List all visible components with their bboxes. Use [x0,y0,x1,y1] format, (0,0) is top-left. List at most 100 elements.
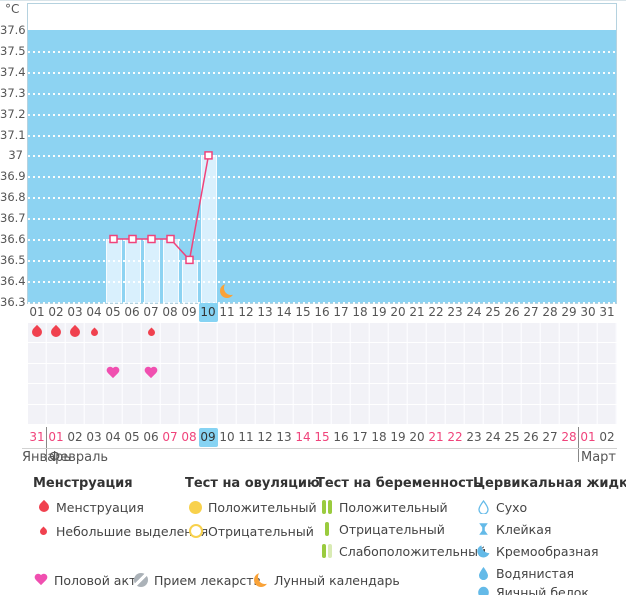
calendar-date[interactable]: 07 [161,428,180,447]
cycle-day-label[interactable]: 21 [408,303,427,322]
month-separator-line [22,448,617,449]
cycle-day-label[interactable]: 12 [237,303,256,322]
cycle-day-label[interactable]: 06 [123,303,142,322]
legend-item-label: Положительный [208,499,317,515]
cycle-day-label[interactable]: 02 [47,303,66,322]
legend-item-label: Клейкая [496,521,552,537]
calendar-date[interactable]: 23 [465,428,484,447]
calendar-date[interactable]: 25 [503,428,522,447]
calendar-date[interactable]: 27 [541,428,560,447]
grid-line [28,113,616,116]
cycle-day-label[interactable]: 04 [85,303,104,322]
intercourse-heart-icon [106,367,120,379]
symbol-row [27,384,617,404]
cycle-day-label[interactable]: 17 [332,303,351,322]
cycle-day-label[interactable]: 13 [256,303,275,322]
drop-blue-icon [479,567,488,580]
cycle-day-label[interactable]: 22 [427,303,446,322]
cycle-day-label[interactable]: 26 [503,303,522,322]
moon-icon [254,573,268,587]
calendar-date[interactable]: 08 [180,428,199,447]
grid-line [28,239,616,241]
cycle-day-label[interactable]: 19 [370,303,389,322]
cycle-day-label[interactable]: 20 [389,303,408,322]
calendar-date[interactable]: 31 [28,428,47,447]
legend-item-label: Сухо [496,499,528,515]
legend-item-label: Отрицательный [208,523,314,539]
y-axis-tick-label: 37.3 [0,85,26,100]
calendar-date[interactable]: 09 [198,428,218,447]
cycle-day-label[interactable]: 18 [351,303,370,322]
grid-line [28,155,616,158]
calendar-date[interactable]: 10 [218,428,237,447]
test-strip-bar-icon [321,500,326,514]
calendar-date[interactable]: 18 [370,428,389,447]
calendar-date[interactable]: 17 [351,428,370,447]
cycle-day-label[interactable]: 27 [522,303,541,322]
y-axis-tick-label: 36.4 [0,273,26,288]
cycle-day-label[interactable]: 29 [560,303,579,322]
cycle-day-label[interactable]: 31 [598,303,617,322]
cycle-day-label[interactable]: 28 [541,303,560,322]
legend-item: Слабоположительный [317,543,486,559]
calendar-date[interactable]: 02 [66,428,85,447]
cycle-day-label[interactable]: 03 [66,303,85,322]
cycle-day-label[interactable]: 09 [180,303,199,322]
calendar-date[interactable]: 24 [484,428,503,447]
grid-line [28,280,616,283]
calendar-date[interactable]: 12 [256,428,275,447]
calendar-date[interactable]: 01 [47,428,66,447]
calendar-date[interactable]: 05 [123,428,142,447]
grid-line [28,218,616,221]
calendar-date[interactable]: 01 [579,428,598,447]
y-axis-tick-label: 36.9 [0,169,26,184]
cycle-day-label[interactable]: 30 [579,303,598,322]
legend-item: Кремообразная [474,543,599,559]
grid-line [28,259,616,262]
cycle-day-label[interactable]: 23 [446,303,465,322]
legend-item: Сухо [474,499,527,515]
calendar-date[interactable]: 28 [560,428,579,447]
widget-top-border [0,0,626,1]
test-strip-bar-icon [321,544,326,558]
calendar-date[interactable]: 03 [85,428,104,447]
calendar-date[interactable]: 04 [104,428,123,447]
cycle-day-label[interactable]: 07 [142,303,161,322]
calendar-date[interactable]: 21 [427,428,446,447]
moon-calendar-icon [220,284,234,298]
legend-section-title: Тест на беременность [316,476,482,491]
calendar-date[interactable]: 15 [313,428,332,447]
legend-item: Половой акт [30,572,136,588]
legend-item-label: Положительный [339,499,448,515]
cycle-day-label[interactable]: 14 [275,303,294,322]
calendar-date[interactable]: 20 [408,428,427,447]
legend-item: Небольшие выделения [34,523,208,539]
calendar-date[interactable]: 02 [598,428,617,447]
grid-line [28,176,616,179]
calendar-date[interactable]: 22 [446,428,465,447]
cycle-day-label[interactable]: 10 [198,303,218,322]
cycle-day-label[interactable]: 25 [484,303,503,322]
legend-item: Водянистая [474,565,574,581]
calendar-date[interactable]: 26 [522,428,541,447]
cycle-day-label[interactable]: 11 [218,303,237,322]
cycle-day-label[interactable]: 01 [28,303,47,322]
intercourse-heart-icon [144,367,158,379]
calendar-date[interactable]: 13 [275,428,294,447]
grid-line [28,50,616,53]
legend-item-label: Отрицательный [339,521,445,537]
legend-item-label: Кремообразная [496,543,599,559]
calendar-date[interactable]: 06 [142,428,161,447]
legend-item: Отрицательный [317,521,445,537]
legend-item: Яичный белок [474,584,589,595]
calendar-date[interactable]: 14 [294,428,313,447]
cycle-day-label[interactable]: 05 [104,303,123,322]
cycle-day-label[interactable]: 24 [465,303,484,322]
calendar-date[interactable]: 19 [389,428,408,447]
cycle-day-label[interactable]: 08 [161,303,180,322]
temperature-bar [105,239,122,303]
calendar-date[interactable]: 11 [237,428,256,447]
cycle-day-label[interactable]: 16 [313,303,332,322]
cycle-day-label[interactable]: 15 [294,303,313,322]
calendar-date[interactable]: 16 [332,428,351,447]
